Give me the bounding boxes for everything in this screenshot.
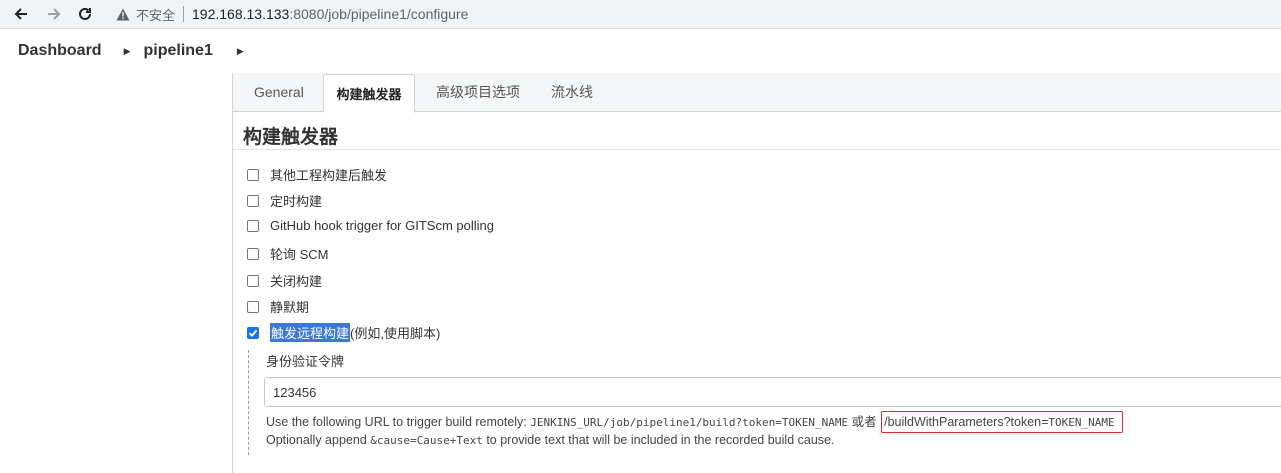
help-or-text: 或者 — [848, 415, 881, 429]
side-panel-divider — [232, 73, 233, 473]
option-label: 静默期 — [270, 300, 310, 315]
forward-arrow-icon — [48, 8, 61, 20]
checkbox[interactable] — [247, 300, 259, 313]
breadcrumb-chevron-icon[interactable]: ▶ — [124, 46, 131, 57]
back-arrow-icon — [14, 8, 27, 20]
breadcrumb-dashboard[interactable]: Dashboard — [0, 42, 102, 60]
trigger-option-after-other-projects[interactable]: 其他工程构建后触发 — [247, 165, 387, 184]
checkbox[interactable] — [247, 274, 259, 287]
trigger-option-disable-build[interactable]: 关闭构建 — [247, 271, 322, 290]
address-bar[interactable]: 不安全 192.168.13.133:8080/job/pipeline1/co… — [106, 0, 1281, 28]
nested-options-guide — [248, 350, 249, 455]
security-status[interactable]: 不安全 — [136, 5, 175, 24]
back-button[interactable] — [10, 3, 32, 25]
checkbox[interactable] — [247, 168, 259, 181]
build-url-code: JENKINS_URL/job/pipeline1/build?token=TO… — [530, 416, 849, 429]
breadcrumb-job[interactable]: pipeline1 — [144, 42, 213, 60]
trigger-option-poll-scm[interactable]: 轮询 SCM — [247, 244, 329, 263]
option-label-selected: 触发远程构建 — [270, 323, 351, 342]
option-label: 轮询 SCM — [270, 247, 329, 262]
trigger-option-quiet-period[interactable]: 静默期 — [247, 297, 309, 316]
url-path: :8080/job/pipeline1/configure — [289, 6, 469, 22]
address-separator — [183, 6, 185, 22]
cause-help: Optionally append &cause=Cause+Text to p… — [266, 433, 834, 447]
tab-pipeline[interactable]: 流水线 — [551, 73, 593, 111]
browser-toolbar: 不安全 192.168.13.133:8080/job/pipeline1/co… — [0, 0, 1281, 29]
trigger-option-remote[interactable]: 触发远程构建 (例如,使用脚本) — [247, 323, 440, 342]
trigger-url-help: Use the following URL to trigger build r… — [266, 411, 1123, 433]
checkbox[interactable] — [247, 247, 259, 260]
tab-advanced-options[interactable]: 高级项目选项 — [436, 73, 520, 111]
trigger-option-periodic[interactable]: 定时构建 — [247, 191, 322, 210]
token-name-code: TOKEN_NAME — [1048, 416, 1115, 429]
section-divider — [233, 149, 1281, 150]
url-host: 192.168.13.133 — [192, 6, 290, 22]
reload-icon — [79, 7, 91, 20]
reload-button[interactable] — [74, 3, 96, 25]
option-label: 定时构建 — [270, 194, 323, 209]
checkbox-checked[interactable] — [247, 326, 259, 339]
checkmark-icon — [248, 329, 258, 337]
build-with-params-path: /buildWithParameters?token= — [884, 415, 1049, 429]
breadcrumb: Dashboard ▶ pipeline1 ▶ — [0, 29, 1281, 73]
token-input[interactable]: 123456 — [264, 377, 1281, 407]
highlighted-url-box: /buildWithParameters?token=TOKEN_NAME — [881, 411, 1123, 433]
option-label-suffix: (例如,使用脚本) — [350, 326, 441, 341]
option-label: 其他工程构建后触发 — [270, 168, 388, 183]
checkbox[interactable] — [247, 194, 259, 207]
help-text: Use the following URL to trigger build r… — [266, 415, 531, 429]
warning-icon — [114, 5, 132, 23]
tab-general[interactable]: General — [254, 73, 304, 111]
help-text: to provide text that will be included in… — [482, 433, 835, 447]
checkbox[interactable] — [247, 219, 259, 232]
section-title: 构建触发器 — [243, 127, 339, 148]
option-label: GitHub hook trigger for GITScm polling — [270, 218, 494, 233]
url-text[interactable]: 192.168.13.133:8080/job/pipeline1/config… — [192, 6, 468, 22]
config-tabs: General 构建触发器 高级项目选项 流水线 — [233, 73, 1281, 113]
cause-code: &cause=Cause+Text — [370, 434, 483, 447]
token-label: 身份验证令牌 — [266, 354, 345, 369]
tab-build-triggers[interactable]: 构建触发器 — [323, 74, 415, 113]
help-text: Optionally append — [266, 433, 371, 447]
breadcrumb-chevron-icon[interactable]: ▶ — [237, 46, 244, 57]
forward-button[interactable] — [43, 3, 65, 25]
trigger-option-github-hook[interactable]: GitHub hook trigger for GITScm polling — [247, 218, 494, 233]
option-label: 关闭构建 — [270, 274, 323, 289]
